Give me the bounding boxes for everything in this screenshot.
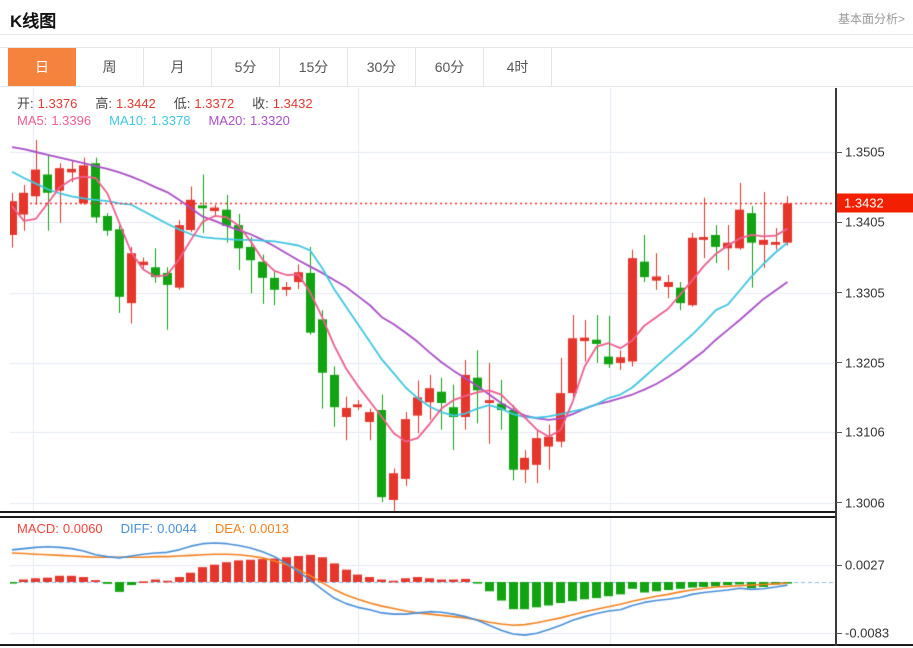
ohlc-row-item: 低:1.3372 (174, 96, 238, 111)
interval-tabbar: 日周月5分15分30分60分4时 (0, 47, 913, 87)
ma-row-item: MA10:1.3378 (109, 113, 194, 128)
axis-tick (836, 502, 842, 503)
axis-tick (836, 565, 842, 566)
tab-interval-5[interactable]: 30分 (348, 48, 416, 86)
fundamental-analysis-link[interactable]: 基本面分析> (838, 10, 905, 27)
axis-tick (836, 432, 842, 433)
axis-tick-label: -0.0083 (845, 626, 889, 641)
axis-tick-label: 1.3505 (845, 145, 885, 160)
page-title: K线图 (10, 7, 56, 32)
ma-legend: MA5:1.3396 MA10:1.3378 MA20:1.3320 (17, 113, 308, 128)
last-price-badge: 1.3432 (837, 194, 913, 213)
macd-row-item: DEA:0.0013 (215, 521, 293, 536)
axis-tick (836, 292, 842, 293)
candlestick-chart-canvas[interactable] (10, 88, 836, 512)
macd-top-border (0, 516, 836, 518)
axis-tick-label: 1.3305 (845, 285, 885, 300)
axis-tick (836, 222, 842, 223)
tab-interval-2[interactable]: 月 (144, 48, 212, 86)
axis-tick (836, 152, 842, 153)
axis-tick-label: 1.3405 (845, 215, 885, 230)
axis-tick-label: 1.3006 (845, 495, 885, 510)
ohlc-readout: 开:1.3376 高:1.3442 低:1.3372 收:1.3432 (17, 93, 331, 112)
bottom-border (0, 644, 913, 646)
macd-row-item: MACD:0.0060 (17, 521, 107, 536)
title-divider (0, 34, 913, 35)
tab-interval-3[interactable]: 5分 (212, 48, 280, 86)
tab-interval-6[interactable]: 60分 (416, 48, 484, 86)
tab-interval-0[interactable]: 日 (8, 48, 76, 86)
tab-interval-4[interactable]: 15分 (280, 48, 348, 86)
ma-row-item: MA20:1.3320 (208, 113, 293, 128)
price-axis-line (835, 88, 837, 646)
ma-row-item: MA5:1.3396 (17, 113, 95, 128)
ohlc-row-item: 收:1.3432 (252, 96, 316, 111)
macd-legend: MACD:0.0060 DIFF:0.0044 DEA:0.0013 (17, 521, 307, 536)
tab-interval-7[interactable]: 4时 (484, 48, 552, 86)
macd-chart-canvas[interactable] (10, 517, 836, 644)
macd-row-item: DIFF:0.0044 (121, 521, 201, 536)
axis-tick (836, 362, 842, 363)
main-chart-bottom-border (0, 511, 836, 513)
ohlc-row-item: 开:1.3376 (17, 96, 81, 111)
axis-tick-label: 1.3205 (845, 355, 885, 370)
ohlc-row-item: 高:1.3442 (95, 96, 159, 111)
axis-tick (836, 633, 842, 634)
kline-widget: K线图 基本面分析> 日周月5分15分30分60分4时 开:1.3376 高:1.… (0, 0, 913, 648)
axis-tick-label: 1.3106 (845, 425, 885, 440)
tab-interval-1[interactable]: 周 (76, 48, 144, 86)
interval-tabs: 日周月5分15分30分60分4时 (8, 48, 552, 86)
axis-tick-label: 0.0027 (845, 558, 885, 573)
